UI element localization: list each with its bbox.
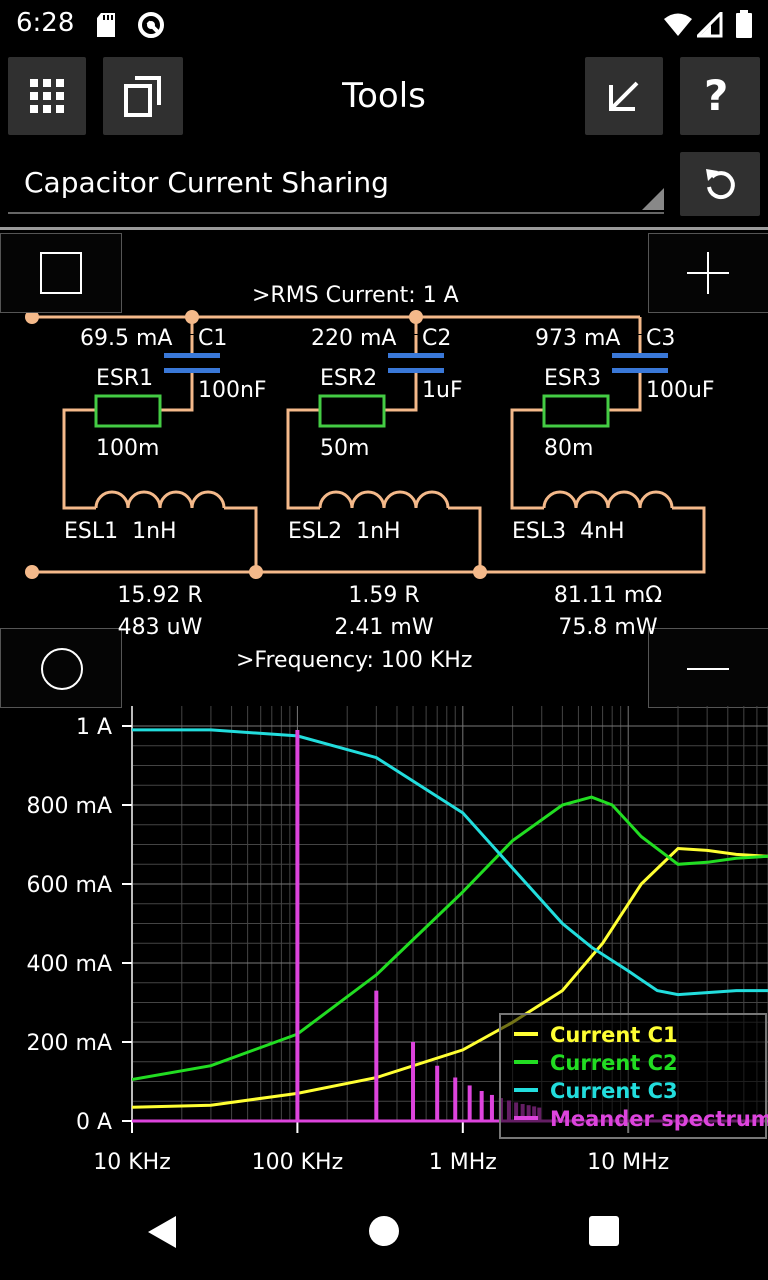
cap-value[interactable]: 100uF — [646, 378, 715, 403]
copy-button[interactable] — [103, 57, 183, 135]
zoom-in-button[interactable] — [648, 233, 768, 313]
y-tick-label: 0 A — [76, 1110, 112, 1135]
toolbar-title: Tools — [342, 76, 426, 116]
status-bar: 6:28 — [0, 0, 768, 50]
rms-current-label[interactable]: >RMS Current: 1 A — [252, 283, 459, 308]
esr-name: ESR1 — [96, 366, 154, 391]
x-tick-label: 10 KHz — [93, 1150, 171, 1175]
tool-select-value: Capacitor Current Sharing — [24, 166, 389, 199]
legend-entry: Current C2 — [550, 1051, 678, 1075]
cap-name: C1 — [198, 326, 228, 351]
recents-icon[interactable] — [589, 1216, 619, 1246]
arrow-down-left-icon — [609, 81, 639, 111]
frequency-label[interactable]: >Frequency: 100 KHz — [236, 648, 472, 673]
esr-value[interactable]: 50m — [320, 436, 369, 461]
status-time: 6:28 — [16, 8, 75, 38]
apps-menu-button[interactable] — [8, 57, 86, 135]
wifi-icon — [664, 13, 692, 36]
current-chart[interactable]: 0 A 200 mA 400 mA 600 mA 800 mA 1 A 10 KHz 100 … — [0, 706, 768, 1186]
branch-current: 69.5 mA — [80, 326, 173, 351]
branch-impedance: 81.11 mΩ — [553, 583, 663, 608]
square-icon — [40, 252, 82, 294]
cap-name: C2 — [422, 326, 452, 351]
y-tick-label: 200 mA — [27, 1031, 112, 1056]
branch-power: 483 uW — [117, 615, 203, 640]
home-icon[interactable] — [369, 1216, 399, 1246]
refresh-icon — [706, 169, 735, 200]
legend-entry: Current C1 — [550, 1023, 678, 1047]
sd-card-icon — [97, 13, 115, 37]
help-icon: ? — [704, 71, 729, 120]
export-button[interactable] — [585, 57, 663, 135]
esr-name: ESR2 — [320, 366, 378, 391]
zoom-out-button[interactable] — [648, 628, 768, 708]
branch-power: 75.8 mW — [558, 615, 658, 640]
cap-value[interactable]: 1uF — [422, 378, 463, 403]
branch-impedance: 15.92 R — [117, 583, 203, 608]
zoom-fit-button[interactable] — [0, 233, 122, 313]
esl-label[interactable]: ESL1 1nH — [64, 519, 177, 544]
esl-label[interactable]: ESL2 1nH — [288, 519, 401, 544]
plus-icon — [687, 252, 729, 294]
branch-current: 973 mA — [535, 326, 621, 351]
x-tick-label: 10 MHz — [587, 1150, 669, 1175]
navigation-bar — [0, 1185, 768, 1280]
back-icon[interactable] — [146, 1215, 178, 1249]
tool-select[interactable]: Capacitor Current Sharing — [8, 152, 664, 214]
x-tick-label: 100 KHz — [252, 1150, 344, 1175]
branch-power: 2.41 mW — [334, 615, 434, 640]
esr-name: ESR3 — [544, 366, 602, 391]
legend-entry: Meander spectrum — [550, 1107, 768, 1131]
branch-current: 220 mA — [311, 326, 397, 351]
battery-icon — [736, 10, 752, 38]
cap-name: C3 — [646, 326, 676, 351]
y-tick-label: 400 mA — [27, 952, 112, 977]
circle-icon — [41, 648, 83, 690]
minus-icon — [687, 668, 729, 670]
grid-icon — [30, 79, 64, 113]
sync-icon — [138, 12, 164, 38]
help-button[interactable]: ? — [680, 57, 760, 135]
x-tick-label: 1 MHz — [429, 1150, 497, 1175]
copy-icon — [124, 76, 161, 117]
zoom-reset-button[interactable] — [0, 628, 122, 708]
series-line-current-c3 — [132, 728, 768, 997]
reset-button[interactable] — [680, 152, 760, 216]
esr-value[interactable]: 100m — [96, 436, 159, 461]
y-tick-label: 1 A — [76, 715, 112, 740]
y-tick-label: 600 mA — [27, 873, 112, 898]
legend-entry: Current C3 — [550, 1079, 678, 1103]
signal-icon — [697, 12, 723, 38]
esr-value[interactable]: 80m — [544, 436, 593, 461]
dropdown-arrow-icon — [642, 188, 664, 210]
y-tick-label: 800 mA — [27, 794, 112, 819]
branch-impedance: 1.59 R — [348, 583, 420, 608]
esl-label[interactable]: ESL3 4nH — [512, 519, 625, 544]
cap-value[interactable]: 100nF — [198, 378, 267, 403]
